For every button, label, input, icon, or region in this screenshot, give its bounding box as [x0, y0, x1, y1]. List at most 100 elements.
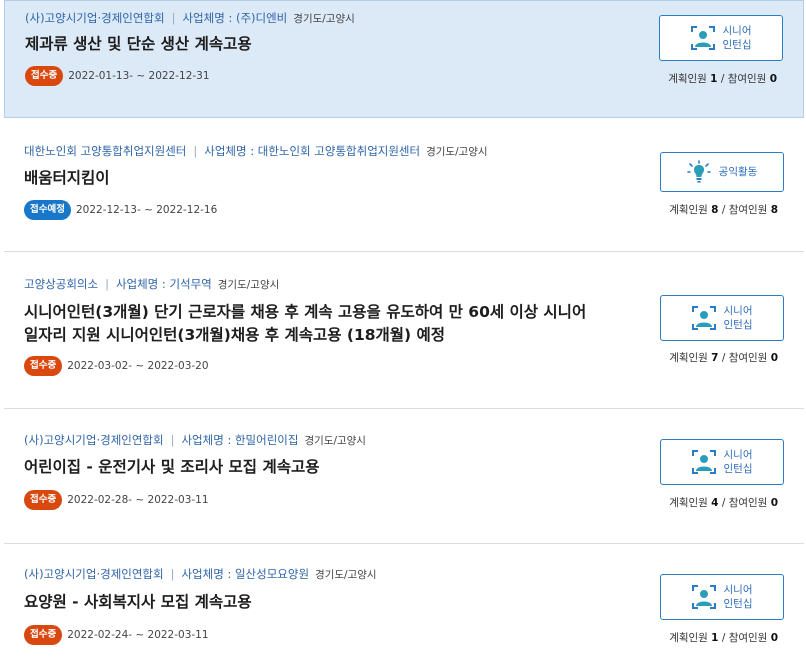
- plan-count: 8: [711, 204, 719, 216]
- date-range: 2022-01-13- ~ 2022-12-31: [68, 70, 210, 82]
- button-label-line2: 인턴십: [723, 463, 753, 475]
- button-label: 공익활동: [719, 165, 758, 179]
- date-range: 2022-02-28- ~ 2022-03-11: [67, 494, 209, 506]
- participant-counts: 계획인원 8 / 참여인원 8: [669, 204, 778, 216]
- senior-intern-button[interactable]: 시니어 인턴십: [660, 295, 784, 341]
- list-item[interactable]: (사)고양시기업·경제인연합회 | 사업체명 : (주)디엔비 경기도/고양시 제과류…: [4, 0, 804, 118]
- button-label-line1: 시니어: [723, 584, 753, 596]
- region: 경기도/고양시: [304, 435, 366, 447]
- company-name: 사업체명 : (주)디엔비: [182, 11, 288, 25]
- listing-title[interactable]: 제과류 생산 및 단순 생산 계속고용: [25, 33, 645, 56]
- join-label: 참여인원: [727, 73, 767, 85]
- plan-count: 7: [711, 352, 719, 364]
- status-badge: 접수중: [24, 490, 63, 510]
- company-name: 사업체명 : 대한노인회 고양통합취업지원센터: [204, 144, 421, 158]
- join-label: 참여인원: [728, 632, 768, 644]
- listing-title[interactable]: 배움터지킴이: [24, 167, 644, 190]
- plan-count: 1: [710, 73, 718, 85]
- date-range: 2022-12-13- ~ 2022-12-16: [75, 204, 218, 216]
- date-range: 2022-02-24- ~ 2022-03-11: [67, 629, 209, 641]
- list-item[interactable]: 고양상공회의소 | 사업체명 : 기석무역 경기도/고양시 시니어인턴(3개월) 단기…: [4, 252, 804, 409]
- region: 경기도/고양시: [315, 569, 377, 581]
- title-line: 시니어인턴(3개월) 단기 근로자를 채용 후 계속 고용을 유도하여 만 60…: [24, 303, 587, 321]
- button-label: 시니어 인턴십: [724, 583, 753, 611]
- status-row: 접수예정 2022-12-13- ~ 2022-12-16: [24, 200, 217, 220]
- listing-meta: (사)고양시기업·경제인연합회 | 사업체명 : 일산성모요양원 경기도/고양시: [24, 567, 377, 581]
- plan-label: 계획인원: [669, 204, 708, 216]
- plan-label: 계획인원: [669, 497, 708, 509]
- title-line: 어린이집 - 운전기사 및 조리사 모집 계속고용: [24, 458, 320, 476]
- button-label: 시니어 인턴십: [723, 24, 752, 52]
- senior-intern-icon: [691, 306, 716, 330]
- join-count: 0: [770, 352, 778, 364]
- status-badge: 접수중: [25, 66, 64, 86]
- title-line: 배움터지킴이: [24, 169, 110, 187]
- org-name[interactable]: 고양상공회의소: [24, 277, 98, 291]
- org-name[interactable]: (사)고양시기업·경제인연합회: [24, 567, 164, 581]
- join-count: 0: [770, 497, 778, 509]
- listing-meta: (사)고양시기업·경제인연합회 | 사업체명 : (주)디엔비 경기도/고양시: [25, 11, 355, 25]
- org-name[interactable]: (사)고양시기업·경제인연합회: [24, 433, 164, 447]
- status-row: 접수중 2022-02-28- ~ 2022-03-11: [24, 490, 209, 510]
- region: 경기도/고양시: [426, 146, 488, 158]
- status-row: 접수중 2022-01-13- ~ 2022-12-31: [25, 66, 210, 86]
- join-label: 참여인원: [728, 204, 768, 216]
- participant-counts: 계획인원 7 / 참여인원 0: [669, 352, 778, 364]
- list-item[interactable]: (사)고양시기업·경제인연합회 | 사업체명 : 한밀어린이집 경기도/고양시 어린이…: [4, 409, 804, 544]
- lightbulb-icon: [686, 160, 711, 183]
- job-listing: (사)고양시기업·경제인연합회 | 사업체명 : (주)디엔비 경기도/고양시 제과류…: [0, 0, 806, 662]
- senior-intern-button[interactable]: 시니어 인턴십: [659, 15, 783, 61]
- button-label: 시니어 인턴십: [724, 448, 753, 476]
- status-row: 접수중 2022-03-02- ~ 2022-03-20: [24, 356, 209, 376]
- company-name: 사업체명 : 일산성모요양원: [181, 567, 310, 581]
- button-label-line2: 인턴십: [722, 39, 752, 51]
- button-label-line1: 시니어: [723, 305, 753, 317]
- org-name[interactable]: (사)고양시기업·경제인연합회: [25, 11, 165, 25]
- status-badge: 접수중: [24, 625, 63, 645]
- company-name: 사업체명 : 한밀어린이집: [181, 433, 299, 447]
- button-label-line2: 인턴십: [723, 319, 753, 331]
- region: 경기도/고양시: [217, 279, 280, 291]
- join-count: 0: [769, 73, 777, 85]
- button-label-line1: 시니어: [722, 25, 752, 37]
- plan-label: 계획인원: [669, 632, 708, 644]
- title-line: 일자리 지원 시니어인턴(3개월)채용 후 계속고용 (18개월) 예정: [24, 326, 446, 344]
- senior-intern-button[interactable]: 시니어 인턴십: [660, 439, 784, 485]
- status-badge: 접수예정: [24, 200, 71, 220]
- date-range: 2022-03-02- ~ 2022-03-20: [67, 360, 209, 372]
- participant-counts: 계획인원 1 / 참여인원 0: [669, 632, 778, 644]
- join-count: 8: [770, 204, 778, 216]
- listing-meta: 대한노인회 고양통합취업지원센터 | 사업체명 : 대한노인회 고양통합취업지원센터…: [24, 144, 488, 158]
- plan-count: 4: [711, 497, 719, 509]
- senior-intern-icon: [690, 26, 715, 50]
- participant-counts: 계획인원 1 / 참여인원 0: [668, 73, 777, 85]
- status-row: 접수중 2022-02-24- ~ 2022-03-11: [24, 625, 209, 645]
- join-count: 0: [770, 632, 778, 644]
- status-badge: 접수중: [24, 356, 63, 376]
- list-item[interactable]: 대한노인회 고양통합취업지원센터 | 사업체명 : 대한노인회 고양통합취업지원센터…: [4, 118, 804, 252]
- plan-label: 계획인원: [669, 352, 708, 364]
- listing-meta: 고양상공회의소 | 사업체명 : 기석무역 경기도/고양시: [24, 277, 280, 291]
- title-line: 제과류 생산 및 단순 생산 계속고용: [25, 35, 252, 53]
- senior-intern-button[interactable]: 시니어 인턴십: [660, 574, 784, 620]
- plan-count: 1: [711, 632, 719, 644]
- org-name[interactable]: 대한노인회 고양통합취업지원센터: [24, 144, 186, 158]
- listing-meta: (사)고양시기업·경제인연합회 | 사업체명 : 한밀어린이집 경기도/고양시: [24, 433, 366, 447]
- button-label-line1: 시니어: [723, 449, 753, 461]
- senior-intern-icon: [691, 585, 716, 609]
- listing-title[interactable]: 요양원 - 사회복지사 모집 계속고용: [24, 591, 644, 614]
- button-label-line2: 인턴십: [723, 598, 753, 610]
- listing-title[interactable]: 어린이집 - 운전기사 및 조리사 모집 계속고용: [24, 456, 644, 479]
- title-line: 요양원 - 사회복지사 모집 계속고용: [24, 593, 252, 611]
- list-item[interactable]: (사)고양시기업·경제인연합회 | 사업체명 : 일산성모요양원 경기도/고양시 요양…: [4, 544, 804, 662]
- senior-intern-icon: [691, 450, 716, 474]
- participant-counts: 계획인원 4 / 참여인원 0: [669, 497, 778, 509]
- button-label-line1: 공익활동: [718, 166, 758, 178]
- public-service-button[interactable]: 공익활동: [660, 152, 784, 192]
- plan-label: 계획인원: [668, 73, 707, 85]
- company-name: 사업체명 : 기석무역: [115, 277, 212, 291]
- join-label: 참여인원: [728, 497, 768, 509]
- listing-title[interactable]: 시니어인턴(3개월) 단기 근로자를 채용 후 계속 고용을 유도하여 만 60…: [24, 301, 644, 347]
- region: 경기도/고양시: [293, 13, 355, 25]
- button-label: 시니어 인턴십: [724, 304, 753, 332]
